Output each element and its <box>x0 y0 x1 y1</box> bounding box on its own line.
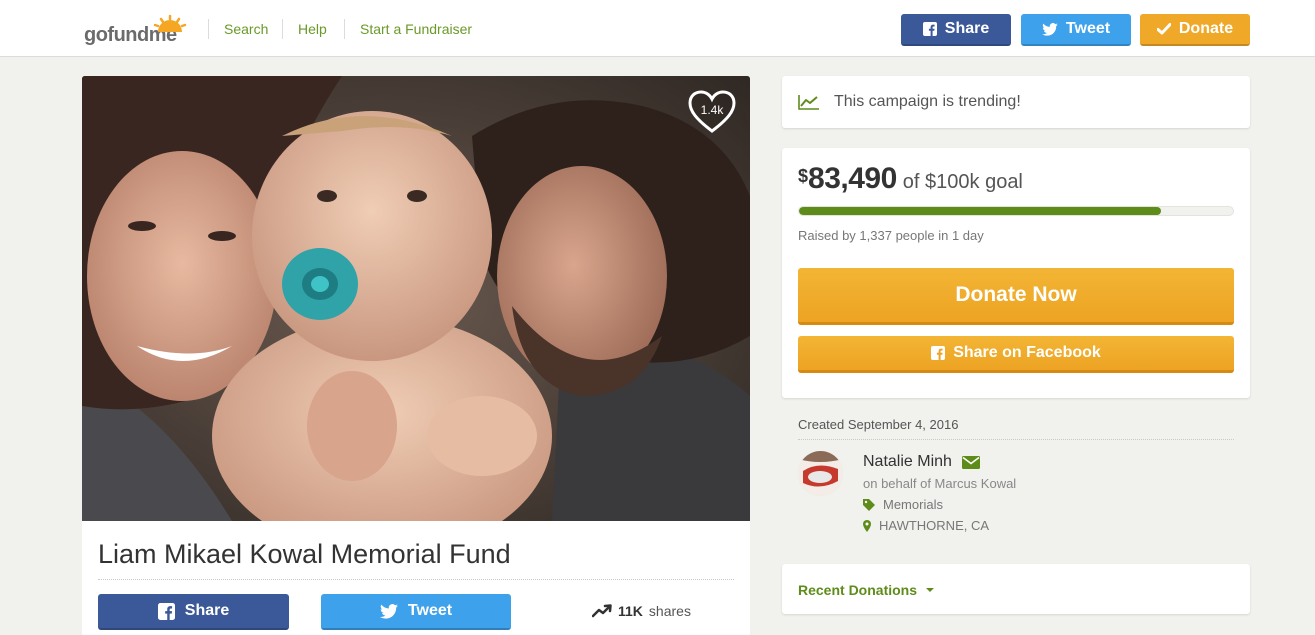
title-divider <box>98 579 734 580</box>
trending-icon <box>798 95 819 110</box>
header-share-label: Share <box>944 20 990 37</box>
campaign-photo-image <box>82 76 750 521</box>
gofundme-logo[interactable]: gofundme <box>84 14 194 46</box>
raised-amount: $ 83,490 of $100k goal <box>798 162 1023 196</box>
nav-search-link[interactable]: Search <box>224 20 268 38</box>
tag-icon <box>863 498 875 511</box>
trending-card: This campaign is trending! <box>782 76 1250 128</box>
raised-by-text: Raised by 1,337 people in 1 day <box>798 228 984 243</box>
facebook-icon <box>922 22 937 36</box>
donation-card: $ 83,490 of $100k goal Raised by 1,337 p… <box>782 148 1250 398</box>
nav-divider <box>282 19 283 39</box>
header-tweet-button[interactable]: Tweet <box>1021 14 1131 46</box>
currency-symbol: $ <box>798 166 809 186</box>
location-row: HAWTHORNE, CA <box>863 518 989 533</box>
facebook-icon <box>157 602 175 620</box>
recent-donations-toggle[interactable]: Recent Donations <box>798 582 935 598</box>
share-on-facebook-label: Share on Facebook <box>953 344 1101 361</box>
campaign-photo: 1.4k <box>82 76 750 521</box>
category-row: Memorials <box>863 497 943 512</box>
nav-divider <box>208 19 209 39</box>
top-header: gofundme Search Help Start a Fundraiser … <box>0 0 1315 57</box>
header-share-button[interactable]: Share <box>901 14 1011 46</box>
nav-help-link[interactable]: Help <box>298 20 327 38</box>
recent-donations-card: Recent Donations <box>782 564 1250 614</box>
checkmark-icon <box>1156 23 1171 35</box>
organizer-name[interactable]: Natalie Minh <box>863 453 952 471</box>
trending-text: This campaign is trending! <box>834 93 1021 110</box>
heart-count: 1.4k <box>700 103 724 117</box>
created-date: Created September 4, 2016 <box>798 417 959 432</box>
header-tweet-label: Tweet <box>1065 20 1111 37</box>
progress-fill <box>799 207 1162 215</box>
nav-divider <box>344 19 345 39</box>
twitter-icon <box>379 603 398 619</box>
location-label: HAWTHORNE, CA <box>879 518 990 533</box>
shares-number: 11K <box>618 603 643 619</box>
nav-start-fundraiser-link[interactable]: Start a Fundraiser <box>360 20 472 38</box>
campaign-title-card: Liam Mikael Kowal Memorial Fund Share Tw… <box>82 521 750 635</box>
map-pin-icon <box>863 519 871 532</box>
category-label[interactable]: Memorials <box>883 497 943 512</box>
shares-count: 11K shares <box>592 603 691 619</box>
goal-text: of $100k goal <box>902 171 1023 193</box>
created-divider <box>798 439 1234 440</box>
chevron-down-icon <box>926 588 935 592</box>
logo-sun-icon <box>153 14 187 32</box>
campaign-title: Liam Mikael Kowal Memorial Fund <box>98 539 511 569</box>
organizer-name-row: Natalie Minh <box>863 453 980 471</box>
trending-icon <box>592 604 612 618</box>
envelope-icon[interactable] <box>961 455 980 469</box>
share-on-facebook-button[interactable]: Share on Facebook <box>798 336 1234 373</box>
raised-value: 83,490 <box>808 162 897 195</box>
progress-bar <box>798 206 1234 216</box>
campaign-tweet-button[interactable]: Tweet <box>321 594 511 630</box>
campaign-share-button[interactable]: Share <box>98 594 289 630</box>
donate-now-button[interactable]: Donate Now <box>798 268 1234 325</box>
header-donate-button[interactable]: Donate <box>1140 14 1250 46</box>
recent-donations-label: Recent Donations <box>798 582 918 598</box>
organizer-avatar[interactable] <box>798 451 843 496</box>
twitter-icon <box>1042 22 1058 36</box>
on-behalf-text: on behalf of Marcus Kowal <box>863 476 1017 491</box>
header-donate-label: Donate <box>1178 20 1234 37</box>
campaign-share-label: Share <box>184 602 230 619</box>
facebook-icon <box>931 346 946 360</box>
shares-suffix: shares <box>648 603 691 619</box>
campaign-tweet-label: Tweet <box>407 602 453 619</box>
